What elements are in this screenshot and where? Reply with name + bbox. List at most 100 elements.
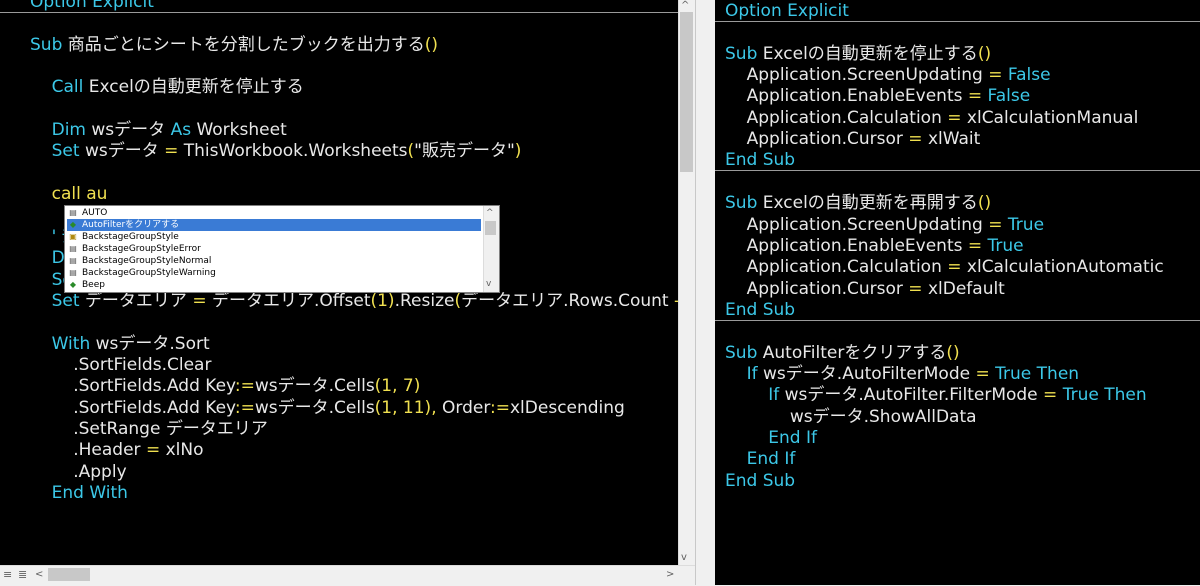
scroll-up-arrow-icon[interactable]: ^ [681,0,689,12]
code-token: .SortFields.Clear [30,354,212,375]
code-token: Sub [725,43,763,64]
code-token: .SortFields.Add Key [30,397,235,418]
code-line[interactable]: wsデータ.ShowAllData [725,407,977,428]
code-line[interactable]: Application.EnableEvents = False [725,86,1031,107]
procedure-separator [715,21,1200,22]
code-line[interactable]: Set データエリア = データエリア.Offset(1).Resize(データ… [30,291,678,312]
code-line[interactable]: .Apply [30,462,126,483]
code-line[interactable]: Application.Cursor = xlWait [725,129,981,150]
code-token: End If [725,428,817,448]
code-token: Worksheet [196,120,287,141]
code-token: = [164,141,184,162]
code-line[interactable]: .SortFields.Add Key:=wsデータ.Cells(1, 11),… [30,398,625,419]
code-token: Dim [30,120,92,141]
code-line[interactable]: Application.ScreenUpdating = True [725,215,1044,236]
horizontal-scroll-thumb[interactable] [48,568,90,581]
code-token: データエリア [165,419,268,439]
code-token: ThisWorkbook.Worksheets [183,141,408,162]
procedure-view-icon[interactable]: ≡ [3,569,12,581]
horizontal-scrollbar[interactable] [0,565,695,586]
code-line[interactable]: End Sub [725,300,795,321]
code-token: = [988,65,1008,86]
code-line[interactable]: End With [30,483,128,504]
code-token: = [947,257,967,278]
code-line[interactable]: Set wsデータ = ThisWorkbook.Worksheets("販売デ… [30,141,522,162]
code-token: データエリア.Rows.Count [461,290,675,311]
autocomplete-item-label: BackstageGroupStyleError [82,244,201,254]
code-line[interactable]: Dim wsデータ As Worksheet [30,120,287,141]
code-token: = [947,107,967,128]
code-line[interactable]: Sub AutoFilterをクリアする() [725,343,960,364]
code-token: xlWait [927,129,981,150]
code-token: () [977,193,992,214]
code-line[interactable]: .SortFields.Clear [30,355,211,376]
code-token: ) [514,141,522,162]
code-line[interactable]: End If [725,449,796,470]
code-line[interactable]: Application.Cursor = xlDefault [725,279,1005,300]
code-line[interactable]: With wsデータ.Sort [30,334,210,355]
scroll-down-arrow-icon[interactable]: v [681,552,687,564]
autocomplete-item[interactable]: ▣ BackstageGroupStyle [67,231,481,243]
autocomplete-item[interactable]: ▤ AUTO [67,207,481,219]
code-line[interactable]: Application.ScreenUpdating = False [725,65,1051,86]
code-line[interactable]: Call Excelの自動更新を停止する [30,77,304,98]
autocomplete-scroll-thumb[interactable] [485,221,496,235]
autocomplete-scroll-down-icon[interactable]: v [486,278,491,290]
code-line[interactable]: Sub 商品ごとにシートを分割したブックを出力する() [30,35,438,56]
code-token: xlNo [165,440,204,461]
code-line[interactable]: Application.EnableEvents = True [725,236,1024,257]
code-line[interactable]: .SetRange データエリア [30,419,268,440]
code-line[interactable]: .Header = xlNo [30,440,204,461]
code-line[interactable]: End Sub [725,471,795,492]
code-line[interactable]: Application.Calculation = xlCalculationM… [725,107,1139,129]
code-line[interactable]: Sub Excelの自動更新を停止する() [725,44,991,65]
enum-icon: ▤ [69,208,77,217]
autocomplete-scroll-up-icon[interactable]: ^ [486,207,494,219]
code-token: Sub [30,34,68,55]
code-line[interactable]: If wsデータ.AutoFilter.FilterMode = True Th… [725,385,1146,406]
code-token: "販売データ" [414,141,515,162]
code-token: With [30,333,96,354]
code-token: Sub [725,342,763,363]
code-token: := [490,397,510,418]
scroll-right-arrow-icon[interactable]: > [666,569,674,581]
autocomplete-item[interactable]: ◆ Beep [67,279,481,291]
code-token: True [987,235,1024,256]
code-line[interactable]: If wsデータ.AutoFilterMode = True Then [725,364,1079,385]
window-splitter [695,0,716,585]
code-token: wsデータ.Cells [254,397,375,418]
enum-icon: ▤ [69,268,77,277]
code-line[interactable]: Sub Excelの自動更新を再開する() [725,193,991,214]
autocomplete-item[interactable]: ▤ BackstageGroupStyleError [67,243,481,255]
code-line[interactable]: .SortFields.Add Key:=wsデータ.Cells(1, 7) [30,376,420,397]
code-token: Application.Cursor [725,129,909,150]
code-token: Excelの自動更新を停止する [762,43,978,64]
autocomplete-item[interactable]: ▤ BackstageGroupStyleNormal [67,255,481,267]
autocomplete-item[interactable]: ▤ BackstageGroupStyleWarning [67,267,481,279]
code-token: wsデータ.Cells [254,376,375,397]
scroll-left-arrow-icon[interactable]: < [35,569,43,581]
code-token: False [1007,65,1051,86]
code-line[interactable]: call au [30,184,108,205]
full-module-view-icon[interactable]: ≣ [18,569,27,581]
code-token: = [908,129,928,150]
code-token: End Sub [725,470,796,491]
code-token: () [946,342,960,363]
code-token: As [170,120,197,141]
code-line[interactable]: Option Explicit [725,1,849,22]
autocomplete-item[interactable]: ◆ AutoFilterをクリアする [67,219,481,231]
method-icon: ◆ [69,280,77,289]
code-token: Application.EnableEvents [725,86,968,107]
method-icon: ◆ [69,220,77,229]
code-token: call au [30,184,108,205]
code-line[interactable]: End Sub [725,150,795,171]
code-token: Application.Calculation [725,257,948,278]
right-code-editor[interactable]: Option Explicit Sub Excelの自動更新を停止する() App… [715,0,1200,585]
code-line[interactable]: Application.Calculation = xlCalculationA… [725,257,1164,278]
code-token: Set [30,290,85,311]
code-token: = [192,290,212,311]
vertical-scroll-thumb[interactable] [680,12,693,172]
code-token: = [967,86,988,107]
code-line[interactable]: End If [725,428,817,449]
autocomplete-list[interactable]: ^ v ▤ AUTO ◆ AutoFilterをクリアする ▣ BackstageGrou… [64,205,500,293]
